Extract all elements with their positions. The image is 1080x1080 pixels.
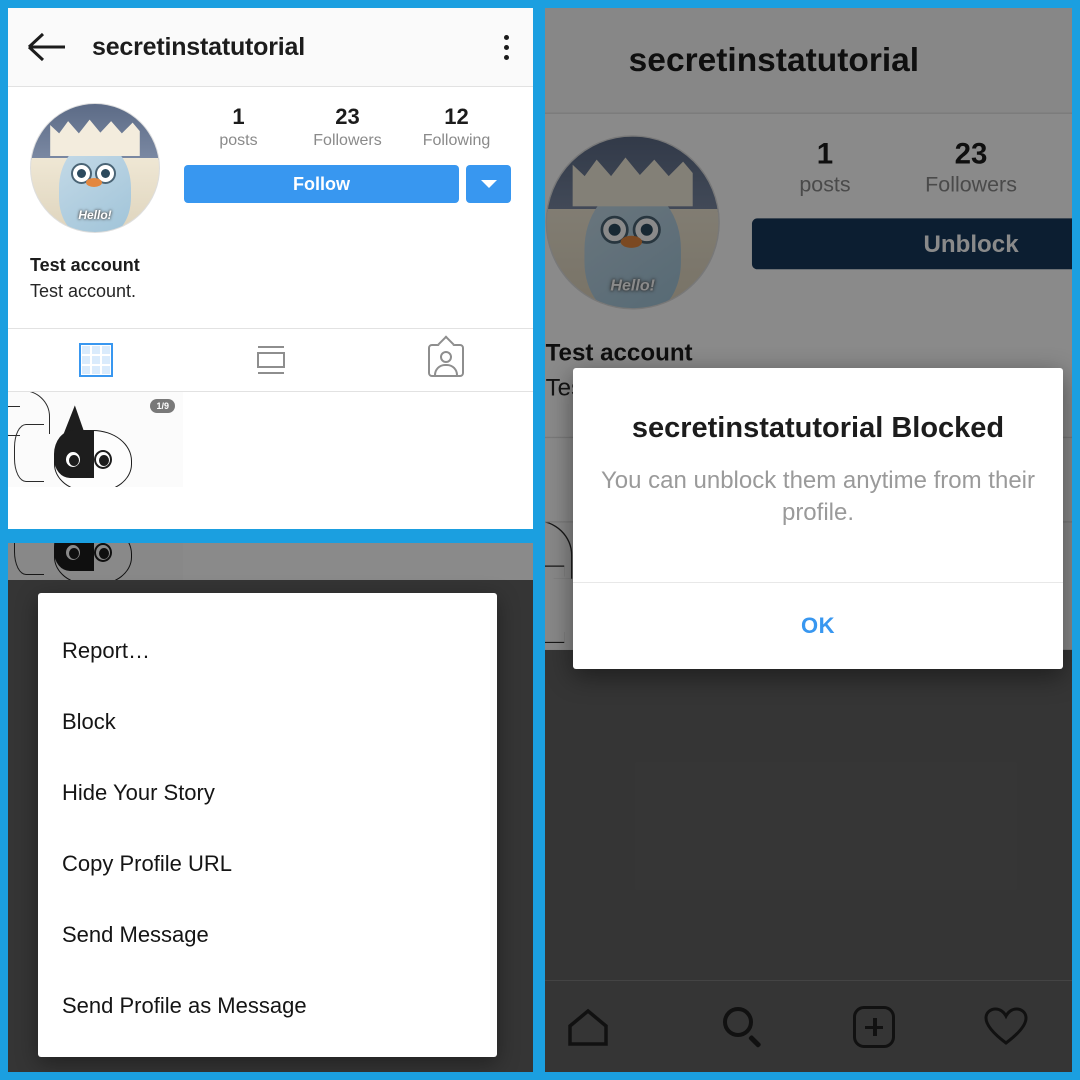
stat-followers[interactable]: 23 Followers xyxy=(293,103,402,151)
stat-value: 1 xyxy=(232,104,245,129)
page-title: secretinstatutorial xyxy=(92,32,305,61)
stat-value: 12 xyxy=(1044,135,1072,172)
profile-full-name: Test account xyxy=(545,338,693,366)
stat-label: posts xyxy=(219,131,258,149)
profile-tab-bar xyxy=(8,328,533,392)
profile-bio: Test account. xyxy=(30,281,137,301)
stat-value: 1 xyxy=(816,136,834,171)
profile-header: secretinstatutorial xyxy=(8,8,533,87)
profile-screen-panel: secretinstatutorial Hello! 1 posts 23 Fo… xyxy=(8,8,533,529)
avatar: Hello! xyxy=(545,135,720,310)
post-thumbnail[interactable]: 1/9 xyxy=(8,392,183,487)
dialog-title: secretinstatutorial Blocked xyxy=(631,412,1005,444)
carousel-count-badge: 1/9 xyxy=(150,399,175,413)
profile-actions: Follow xyxy=(184,165,511,204)
list-view-icon xyxy=(254,343,288,377)
add-post-icon xyxy=(853,1005,896,1048)
stat-label: posts xyxy=(799,173,851,197)
stat-label: Following xyxy=(1044,172,1073,200)
stat-label: Followers xyxy=(925,173,1017,197)
post-grid: 1/9 xyxy=(8,392,533,487)
profile-stats: 1 posts 23 Followers 12 Following xyxy=(184,103,511,151)
stat-value: 23 xyxy=(954,136,988,171)
screenshot-collage: secretinstatutorial Hello! 1 posts 23 Fo… xyxy=(0,0,1080,1080)
activity-heart-icon xyxy=(984,1006,1028,1047)
tab-list[interactable] xyxy=(183,343,358,377)
menu-item-block[interactable]: Block xyxy=(38,686,497,757)
stat-following[interactable]: 12 Following xyxy=(402,103,511,151)
stat-value: 12 xyxy=(444,104,469,129)
nav-search[interactable] xyxy=(677,1005,809,1049)
three-dot-menu-icon[interactable] xyxy=(504,34,515,60)
menu-item-send-profile-as-message[interactable]: Send Profile as Message xyxy=(38,970,497,1041)
ok-button[interactable]: OK xyxy=(573,583,1063,669)
bottom-navigation-bar xyxy=(545,980,1072,1072)
home-icon xyxy=(567,1007,609,1047)
page-title: secretinstatutorial xyxy=(628,40,920,79)
profile-full-name: Test account xyxy=(30,255,140,275)
menu-item-report[interactable]: Report… xyxy=(38,615,497,686)
back-arrow-icon[interactable] xyxy=(26,26,68,68)
nav-home[interactable] xyxy=(545,1007,677,1047)
stat-posts[interactable]: 1 posts xyxy=(184,103,293,151)
follow-button[interactable]: Follow xyxy=(184,165,459,204)
search-icon xyxy=(721,1005,765,1049)
menu-item-copy-profile-url[interactable]: Copy Profile URL xyxy=(38,828,497,899)
tagged-photos-icon xyxy=(427,335,464,377)
stat-label: Followers xyxy=(313,131,382,149)
nav-activity[interactable] xyxy=(940,1006,1072,1047)
avatar[interactable]: Hello! xyxy=(30,103,160,233)
more-options-dropdown-button[interactable] xyxy=(466,165,511,204)
grid-view-icon xyxy=(78,343,113,377)
menu-item-send-message[interactable]: Send Message xyxy=(38,899,497,970)
menu-item-hide-your-story[interactable]: Hide Your Story xyxy=(38,757,497,828)
chevron-down-icon xyxy=(480,180,497,189)
nav-add-post[interactable] xyxy=(809,1005,941,1048)
stat-value: 23 xyxy=(335,104,360,129)
options-menu-popup: Report… Block Hide Your Story Copy Profi… xyxy=(38,593,497,1057)
dialog-message: You can unblock them anytime from their … xyxy=(600,467,1035,527)
options-menu-screen-panel: secretinstatutorial Hello! xyxy=(8,543,533,1072)
blocked-dialog: secretinstatutorial Blocked You can unbl… xyxy=(573,368,1063,669)
profile-body: Hello! 1 posts 23 Followers 12 Following… xyxy=(8,87,533,302)
avatar-caption: Hello! xyxy=(610,276,656,295)
tab-tagged[interactable] xyxy=(358,335,533,377)
blocked-confirmation-screen-panel: secretinstatutorial Hello! 1 posts 23 Fo… xyxy=(545,8,1072,1072)
stat-label: Following xyxy=(422,131,491,149)
unblock-button: Unblock xyxy=(751,218,1072,270)
avatar-caption: Hello! xyxy=(78,208,112,222)
tab-grid[interactable] xyxy=(8,343,183,377)
